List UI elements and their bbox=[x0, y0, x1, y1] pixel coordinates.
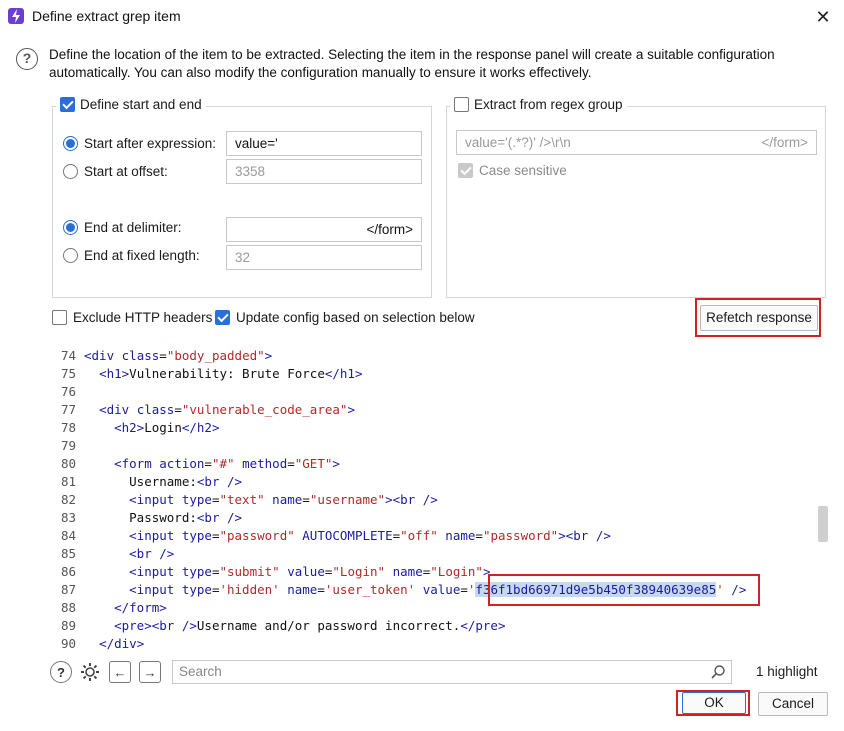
code-line: 89 <pre><br />Username and/or password i… bbox=[60, 618, 506, 633]
response-code-panel[interactable]: 74 <div class="body_padded"> 75 <h1>Vulne… bbox=[52, 345, 830, 655]
regex-pattern-end: </form> bbox=[761, 135, 808, 150]
update-config-label: Update config based on selection below bbox=[236, 310, 475, 325]
code-line: 83 Password:<br /> bbox=[60, 510, 243, 525]
end-delimiter-input[interactable]: </form> bbox=[226, 217, 422, 242]
code-line: 85 <br /> bbox=[60, 546, 175, 561]
window-title: Define extract grep item bbox=[32, 8, 181, 24]
ok-button[interactable]: OK bbox=[682, 692, 746, 714]
start-after-input[interactable]: value=' bbox=[226, 131, 422, 156]
regex-pattern-start: value='(.*?)' />\r\n bbox=[465, 135, 571, 150]
code-line: 82 <input type="text" name="username"><b… bbox=[60, 492, 438, 507]
end-delimiter-radio[interactable] bbox=[63, 220, 78, 235]
code-scrollbar[interactable] bbox=[818, 506, 828, 542]
start-offset-option[interactable]: Start at offset: bbox=[63, 164, 168, 179]
app-lightning-icon bbox=[8, 8, 24, 24]
code-line: 90 </div> bbox=[60, 636, 145, 651]
token-highlight-box bbox=[488, 574, 760, 606]
refetch-response-button[interactable]: Refetch response bbox=[700, 305, 818, 331]
code-line: 81 Username:<br /> bbox=[60, 474, 243, 489]
start-after-radio[interactable] bbox=[63, 136, 78, 151]
regex-legend: Extract from regex group bbox=[450, 97, 627, 112]
end-fixed-input[interactable]: 32 bbox=[226, 245, 422, 270]
end-delimiter-label: End at delimiter: bbox=[84, 220, 182, 235]
end-fixed-radio[interactable] bbox=[63, 248, 78, 263]
start-offset-radio[interactable] bbox=[63, 164, 78, 179]
code-line: 77 <div class="vulnerable_code_area"> bbox=[60, 402, 355, 417]
code-line: 78 <h2>Login</h2> bbox=[60, 420, 220, 435]
start-after-label: Start after expression: bbox=[84, 136, 217, 151]
exclude-headers-label: Exclude HTTP headers bbox=[73, 310, 213, 325]
case-sensitive-checkbox[interactable] bbox=[458, 163, 473, 178]
code-line: 75 <h1>Vulnerability: Brute Force</h1> bbox=[60, 366, 363, 381]
regex-pattern-input[interactable]: value='(.*?)' />\r\n </form> bbox=[456, 130, 817, 155]
case-sensitive-label: Case sensitive bbox=[479, 163, 567, 178]
start-after-option[interactable]: Start after expression: bbox=[63, 136, 216, 151]
code-line: 80 <form action="#" method="GET"> bbox=[60, 456, 340, 471]
help-icon[interactable]: ? bbox=[16, 48, 38, 70]
search-icon bbox=[710, 664, 726, 680]
regex-checkbox[interactable] bbox=[454, 97, 469, 112]
description-text: Define the location of the item to be ex… bbox=[49, 47, 775, 80]
define-start-end-checkbox[interactable] bbox=[60, 97, 75, 112]
code-line: 74 <div class="body_padded"> bbox=[60, 348, 273, 363]
gear-icon[interactable] bbox=[78, 660, 102, 684]
next-arrow-icon[interactable]: → bbox=[139, 661, 161, 683]
exclude-headers-checkbox[interactable] bbox=[52, 310, 67, 325]
define-start-end-label: Define start and end bbox=[80, 97, 202, 112]
regex-label: Extract from regex group bbox=[474, 97, 623, 112]
end-delimiter-option[interactable]: End at delimiter: bbox=[63, 220, 182, 235]
update-config-option[interactable]: Update config based on selection below bbox=[215, 310, 475, 325]
search-input[interactable]: Search bbox=[172, 660, 732, 684]
close-icon[interactable]: ✕ bbox=[812, 6, 834, 28]
start-end-legend: Define start and end bbox=[56, 97, 206, 112]
start-offset-input[interactable]: 3358 bbox=[226, 159, 422, 184]
end-fixed-label: End at fixed length: bbox=[84, 248, 200, 263]
start-offset-label: Start at offset: bbox=[84, 164, 168, 179]
previous-arrow-icon[interactable]: ← bbox=[109, 661, 131, 683]
code-line: 76 bbox=[60, 384, 76, 399]
exclude-headers-option[interactable]: Exclude HTTP headers bbox=[52, 310, 212, 325]
cancel-button[interactable]: Cancel bbox=[758, 692, 828, 716]
help-icon[interactable]: ? bbox=[50, 661, 72, 683]
update-config-checkbox[interactable] bbox=[215, 310, 230, 325]
highlight-count: 1 highlight bbox=[756, 664, 818, 679]
code-line: 79 bbox=[60, 438, 76, 453]
end-fixed-option[interactable]: End at fixed length: bbox=[63, 248, 200, 263]
case-sensitive-option[interactable]: Case sensitive bbox=[458, 163, 567, 178]
code-line: 84 <input type="password" AUTOCOMPLETE="… bbox=[60, 528, 611, 543]
